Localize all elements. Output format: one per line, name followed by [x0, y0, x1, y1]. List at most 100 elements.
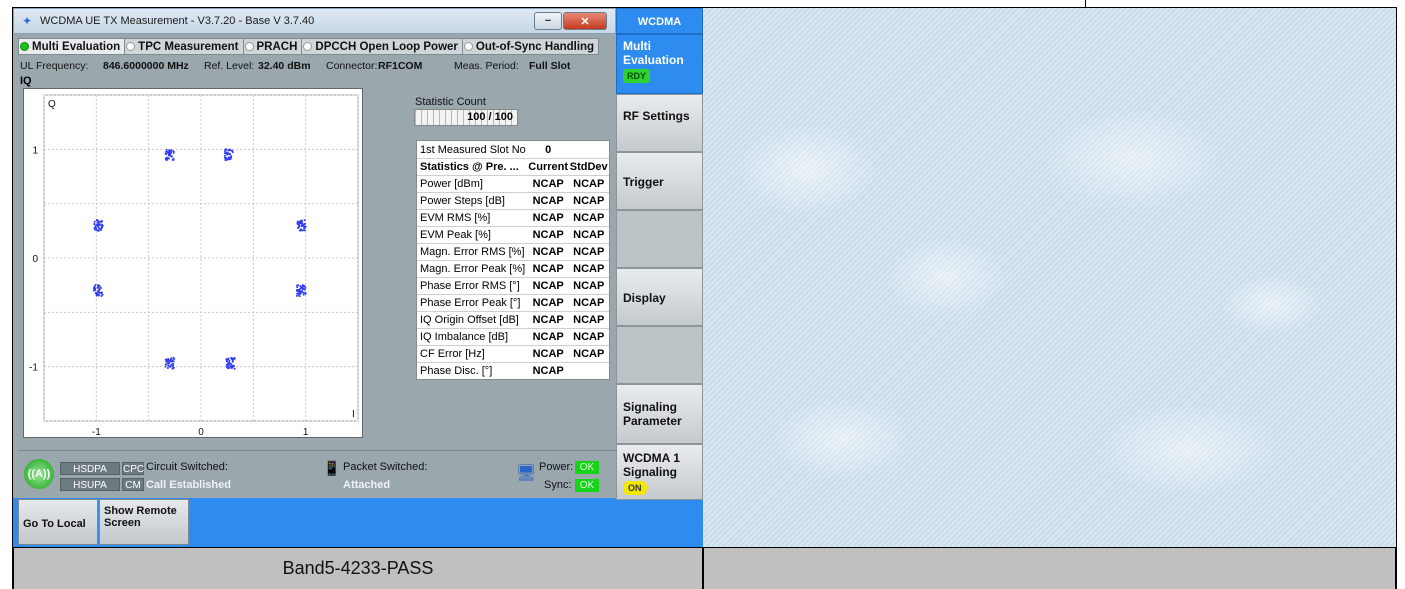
sync-ok-indicator: OK — [575, 479, 599, 492]
measurement-tabs: Multi Evaluation TPC Measurement PRACH D… — [18, 38, 600, 55]
iq-sample — [228, 361, 231, 364]
iq-sample — [99, 286, 102, 289]
ref-level-label: Ref. Level: — [204, 60, 255, 72]
meas-period-label: Meas. Period: — [454, 60, 519, 72]
row-label: Power Steps [dB] — [420, 195, 505, 207]
tab-multi-evaluation[interactable]: Multi Evaluation — [18, 38, 126, 55]
row-current: NCAP — [532, 348, 564, 360]
iq-sample — [229, 149, 232, 152]
iq-sample — [298, 292, 301, 295]
iq-sample — [230, 356, 233, 359]
iq-sample — [303, 225, 306, 228]
row-label: Phase Error RMS [°] — [420, 280, 520, 292]
iq-sample — [99, 291, 102, 294]
wcdma-signaling-softkey[interactable]: WCDMA 1 Signaling ON — [616, 444, 703, 500]
iq-sample — [296, 222, 299, 225]
iq-sample — [302, 229, 305, 232]
iq-sample — [96, 286, 99, 289]
result-caption: Band5-4233-PASS — [13, 548, 703, 589]
iq-sample — [93, 289, 96, 292]
rf-settings-softkey[interactable]: RF Settings — [616, 94, 703, 152]
ul-frequency-label: UL Frequency: — [20, 60, 89, 72]
iq-sample — [303, 285, 306, 288]
row-current: NCAP — [532, 195, 564, 207]
iq-sample — [93, 285, 96, 288]
row-label: Power [dBm] — [420, 178, 483, 190]
header-stddev: StdDev — [569, 161, 608, 173]
multi-evaluation-softkey[interactable]: Multi Evaluation RDY — [616, 34, 703, 94]
row-stddev: NCAP — [573, 178, 605, 190]
meas-period-value: Full Slot — [529, 60, 571, 72]
iq-sample — [302, 291, 305, 294]
iq-sample — [231, 360, 234, 363]
iq-sample — [228, 158, 231, 161]
iq-sample — [224, 157, 227, 160]
table-row: Phase Error RMS [°] NCAP NCAP — [417, 277, 609, 294]
iq-plot-svg: -1 0 1 1 0 -1 Q I — [29, 94, 359, 438]
inactive-indicator-icon — [303, 42, 313, 51]
ready-badge: RDY — [623, 69, 651, 83]
table-row: IQ Imbalance [dB] NCAP NCAP — [417, 328, 609, 345]
iq-sample — [303, 222, 306, 225]
go-to-local-button[interactable]: Go To Local — [18, 499, 98, 545]
bottom-softkey-bar: Go To Local Show Remote Screen — [13, 498, 616, 547]
iq-sample — [170, 149, 173, 152]
first-slot-row: 1st Measured Slot No 0 — [417, 141, 609, 158]
page: { "window": { "title": "WCDMA UE TX Meas… — [0, 0, 1405, 589]
signaling-parameter-softkey[interactable]: Signaling Parameter — [616, 384, 703, 444]
tab-label: Out-of-Sync Handling — [475, 40, 595, 53]
close-button[interactable]: ✕ — [563, 12, 607, 30]
iq-sample — [97, 293, 100, 296]
trigger-softkey[interactable]: Trigger — [616, 152, 703, 210]
display-softkey[interactable]: Display — [616, 268, 703, 326]
window-titlebar[interactable]: ✦ WCDMA UE TX Measurement - V3.7.20 - Ba… — [13, 8, 616, 34]
iq-sample — [298, 221, 301, 224]
cpc-badge: CPC — [122, 462, 145, 475]
iq-sample — [296, 286, 299, 289]
iq-constellation-plot[interactable]: -1 0 1 1 0 -1 Q I — [23, 88, 363, 438]
tab-out-of-sync-handling[interactable]: Out-of-Sync Handling — [461, 38, 600, 55]
sync-label: Sync: — [544, 479, 572, 491]
row-stddev: NCAP — [573, 331, 605, 343]
iq-sample — [94, 292, 97, 295]
iq-sample — [172, 157, 175, 160]
row-current: NCAP — [532, 263, 564, 275]
row-stddev: NCAP — [573, 297, 605, 309]
iq-sample — [224, 154, 227, 157]
y-tick-label: 1 — [32, 145, 38, 156]
softkey-label: Multi Evaluation — [623, 39, 684, 67]
iq-sample — [224, 149, 227, 152]
iq-sample — [166, 150, 169, 153]
statistic-count-label: Statistic Count — [415, 96, 486, 108]
iq-sample — [296, 294, 299, 297]
iq-sample — [168, 153, 171, 156]
table-row: Power [dBm] NCAP NCAP — [417, 175, 609, 192]
first-slot-value: 0 — [545, 143, 552, 156]
inactive-indicator-icon — [244, 42, 254, 51]
desktop-background — [703, 8, 1396, 547]
iq-sample — [226, 358, 229, 361]
packet-switched-label: Packet Switched: — [343, 461, 428, 473]
iq-sample — [166, 367, 169, 370]
show-remote-screen-button[interactable]: Show Remote Screen — [99, 499, 189, 545]
iq-sample — [296, 284, 299, 287]
app-icon: ✦ — [22, 14, 33, 28]
tab-prach[interactable]: PRACH — [242, 38, 303, 55]
row-current: NCAP — [532, 297, 564, 309]
results-table: 1st Measured Slot No 0 Statistics @ Pre.… — [416, 140, 610, 380]
minimize-button[interactable]: − — [534, 12, 562, 30]
row-stddev: NCAP — [573, 229, 605, 241]
table-row: CF Error [Hz] NCAP NCAP — [417, 345, 609, 362]
iq-sample — [167, 364, 170, 367]
tab-dpcch-open-loop-power[interactable]: DPCCH Open Loop Power — [301, 38, 463, 55]
measurement-info-line: UL Frequency: 846.6000000 MHz Ref. Level… — [20, 60, 615, 74]
y-tick-label: -1 — [29, 363, 38, 374]
iq-sample — [96, 219, 99, 222]
table-row: Phase Error Peak [°] NCAP NCAP — [417, 294, 609, 311]
table-border-right — [1396, 7, 1397, 589]
iq-sample — [164, 365, 167, 368]
tab-label: PRACH — [256, 40, 298, 53]
tab-tpc-measurement[interactable]: TPC Measurement — [124, 38, 244, 55]
iq-sample — [165, 148, 168, 151]
circuit-switched-label: Circuit Switched: — [146, 461, 228, 473]
